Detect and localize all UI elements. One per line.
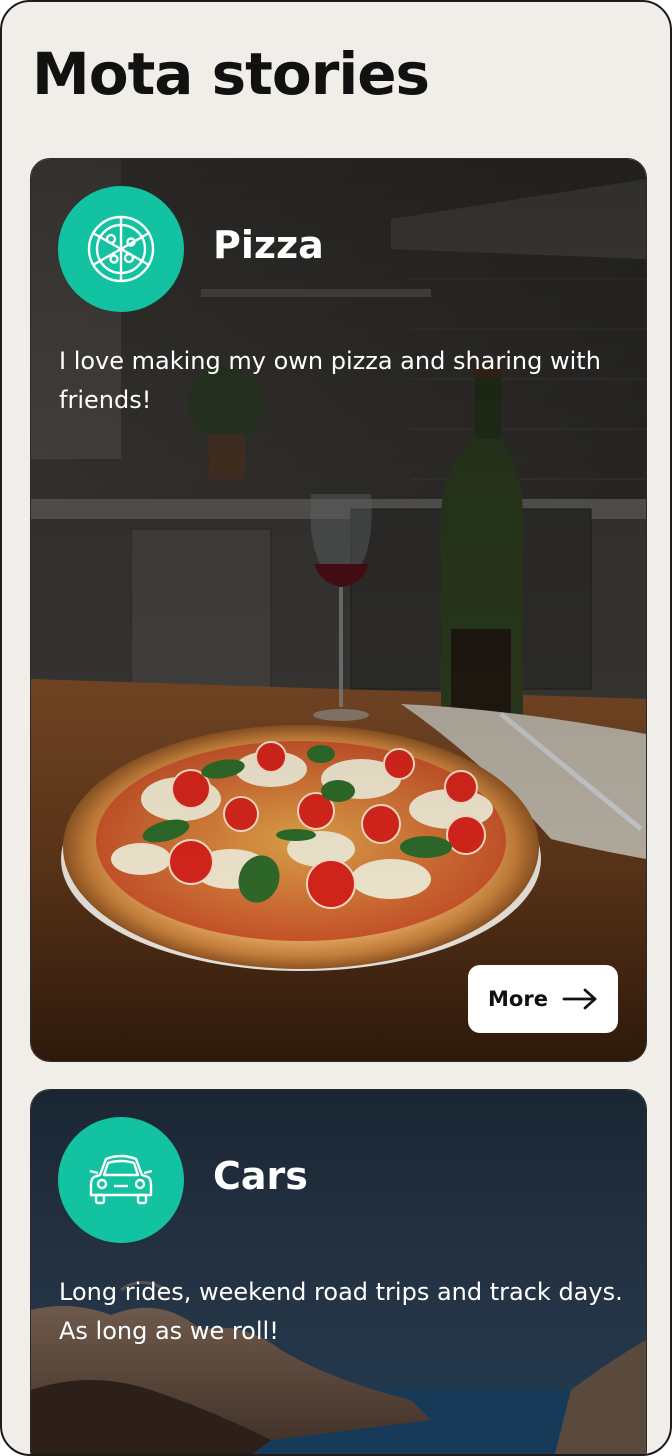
app-frame: Mota stories Pizza I love making my own … — [0, 0, 672, 1456]
story-title-cars: Cars — [213, 1154, 308, 1198]
story-card-cars[interactable]: Cars Long rides, weekend road trips and … — [30, 1089, 647, 1454]
page-title: Mota stories — [32, 40, 430, 108]
arrow-right-icon — [562, 988, 597, 1010]
story-description-cars: Long rides, weekend road trips and track… — [59, 1278, 623, 1345]
story-title-pizza: Pizza — [213, 223, 324, 267]
pizza-icon-circle — [58, 186, 184, 312]
car-icon — [89, 1154, 153, 1205]
pizza-icon — [87, 215, 155, 283]
more-button-label: More — [488, 987, 548, 1011]
story-description-pizza: I love making my own pizza and sharing w… — [59, 347, 601, 414]
story-card-pizza[interactable]: Pizza I love making my own pizza and sha… — [30, 158, 647, 1062]
car-icon-circle — [58, 1117, 184, 1243]
more-button[interactable]: More — [468, 965, 618, 1033]
